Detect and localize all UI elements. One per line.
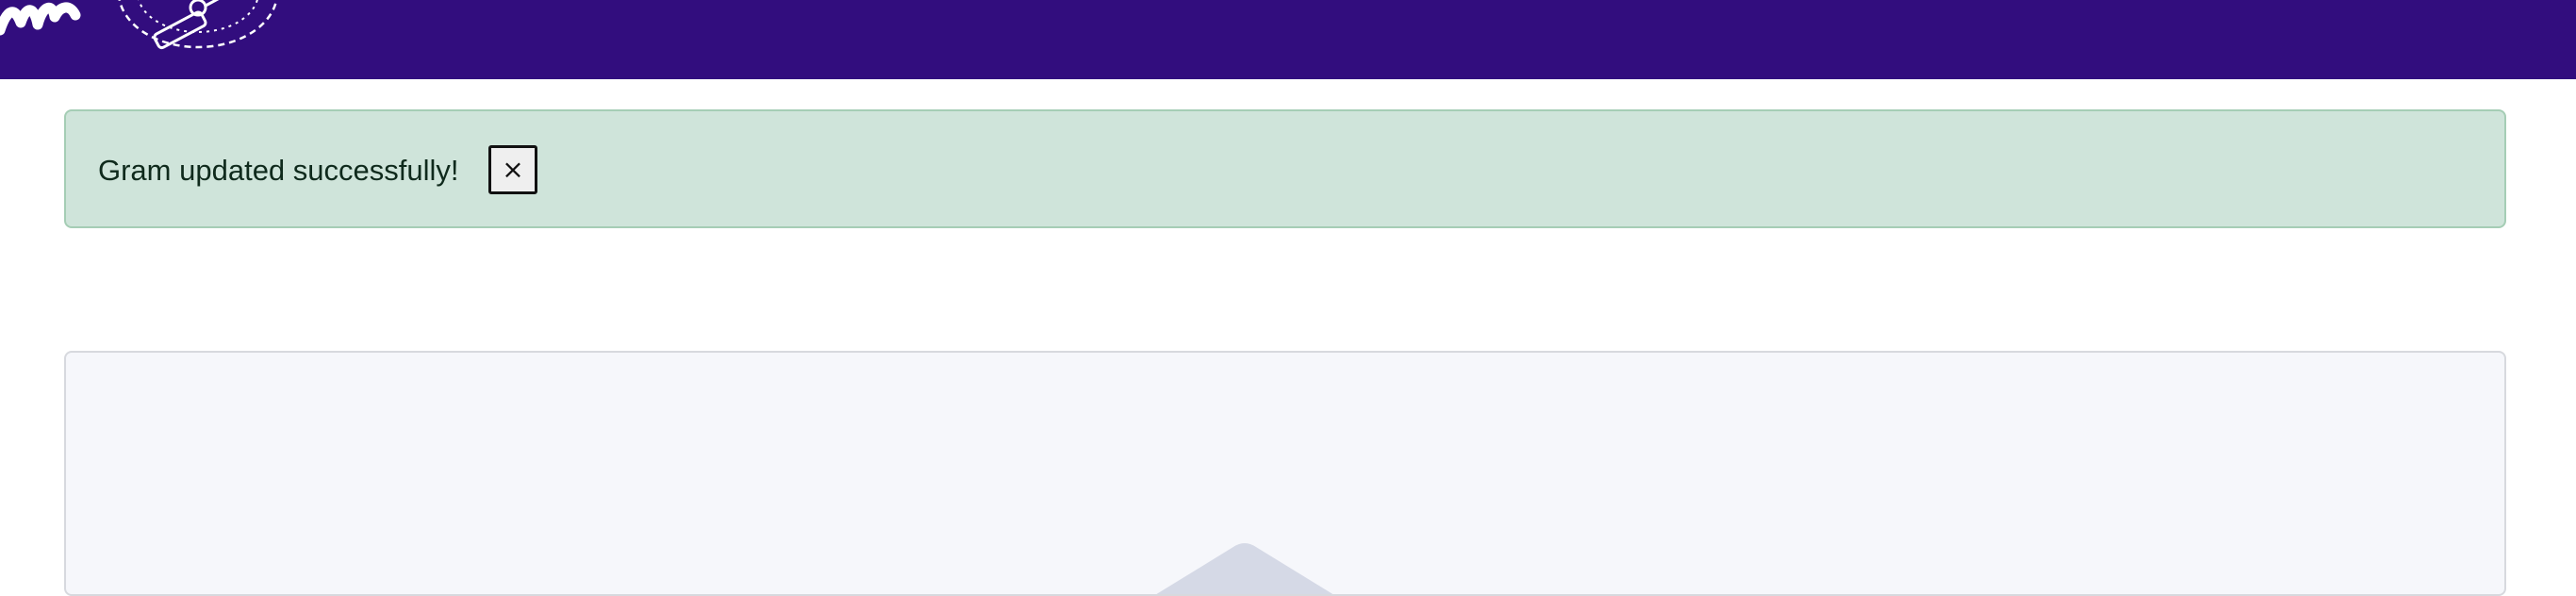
alert-message: Gram updated successfully! bbox=[98, 154, 459, 187]
alert-close-button[interactable]: × bbox=[488, 145, 537, 194]
image-placeholder-icon bbox=[1156, 543, 1333, 594]
top-header bbox=[0, 0, 2576, 79]
brand-logo[interactable] bbox=[0, 0, 98, 38]
ticket-emblem-icon bbox=[118, 0, 278, 50]
gram-media-card bbox=[64, 351, 2506, 596]
success-alert: Gram updated successfully! × bbox=[64, 109, 2506, 228]
